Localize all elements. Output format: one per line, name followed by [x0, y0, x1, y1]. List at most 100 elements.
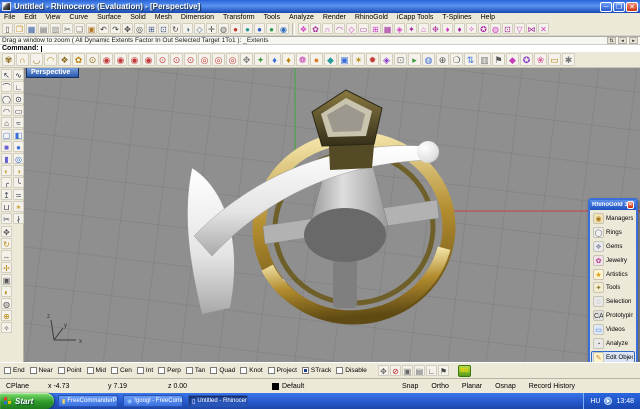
- rg-eternity-icon[interactable]: ◍: [490, 23, 501, 34]
- toggle-snap[interactable]: Snap: [402, 383, 418, 390]
- polygon-icon[interactable]: ⌂: [1, 117, 12, 128]
- arc-icon[interactable]: ◠: [1, 105, 12, 116]
- panel-item-tools[interactable]: ✦ Tools: [591, 281, 635, 294]
- target-icon[interactable]: ⊕: [436, 53, 449, 66]
- rg-rosette-icon[interactable]: ✪: [478, 23, 489, 34]
- menu-t-splines[interactable]: T-Splines: [442, 14, 471, 22]
- join-icon[interactable]: ⊔: [1, 201, 12, 212]
- panel-item-analyze[interactable]: ◔ Analyze: [591, 337, 635, 350]
- osnap-point[interactable]: Point: [58, 367, 82, 374]
- palette-close-icon[interactable]: ✕: [627, 201, 634, 209]
- plate-blue-icon[interactable]: ▣: [338, 53, 351, 66]
- tool-blue-gem-icon[interactable]: ♦: [268, 53, 281, 66]
- restore-button[interactable]: ❐: [613, 2, 625, 12]
- command-prompt[interactable]: Command:: [0, 44, 640, 52]
- rectangle-icon[interactable]: ▭: [13, 105, 24, 116]
- panel-item-videos[interactable]: ▭ Videos: [591, 323, 635, 336]
- checkbox-box[interactable]: [268, 367, 275, 374]
- ring-red-gem-8-icon[interactable]: ◎: [198, 53, 211, 66]
- rg-marquise-icon[interactable]: ♦: [454, 23, 465, 34]
- menu-transform[interactable]: Transform: [223, 14, 255, 22]
- object-snap-icon[interactable]: ◍: [218, 23, 229, 34]
- move-icon[interactable]: ✛: [206, 23, 217, 34]
- ring-red-gem-9-icon[interactable]: ◎: [212, 53, 225, 66]
- disc-blue-icon[interactable]: ◍: [422, 53, 435, 66]
- boolean-difference-icon[interactable]: ◑: [13, 165, 24, 176]
- print-icon[interactable]: ▤: [38, 23, 49, 34]
- sparkle-gold-icon[interactable]: ✶: [352, 53, 365, 66]
- asterisk-gray-icon[interactable]: ✱: [562, 53, 575, 66]
- checkbox-box[interactable]: [30, 367, 37, 374]
- task-freecommander[interactable]: ▮ FreeCommanderPort...: [58, 395, 118, 407]
- command-scroll-icon[interactable]: ⇅: [607, 37, 616, 44]
- checkbox-box[interactable]: [58, 367, 65, 374]
- menu-mesh[interactable]: Mesh: [155, 14, 172, 22]
- tube-icon[interactable]: ◎: [13, 153, 24, 164]
- jewel-curve-up-icon[interactable]: ◠: [44, 53, 57, 66]
- rg-cluster-icon[interactable]: ◈: [394, 23, 405, 34]
- menu-tools[interactable]: Tools: [264, 14, 280, 22]
- menu-file[interactable]: File: [4, 14, 15, 22]
- tool-green-star-icon[interactable]: ✦: [254, 53, 267, 66]
- menu-rhinogold[interactable]: RhinoGold: [355, 14, 388, 22]
- tool-gold-gem-icon[interactable]: ♦: [282, 53, 295, 66]
- ring-red-gem-1-icon[interactable]: ◉: [100, 53, 113, 66]
- filter-a-icon[interactable]: ▣: [402, 365, 413, 376]
- copy-icon[interactable]: ❏: [74, 23, 85, 34]
- flower-magenta-icon[interactable]: ❁: [296, 53, 309, 66]
- rg-box-set-icon[interactable]: ⊡: [502, 23, 513, 34]
- rotate-view-icon[interactable]: ↻: [170, 23, 181, 34]
- play-green-icon[interactable]: ▸: [408, 53, 421, 66]
- panel-icon[interactable]: ▥: [478, 53, 491, 66]
- ellipse-icon[interactable]: ⊙: [13, 93, 24, 104]
- jewel-curve-down-icon[interactable]: ◡: [30, 53, 43, 66]
- menu-view[interactable]: View: [45, 14, 60, 22]
- sphere-icon[interactable]: ●: [13, 141, 24, 152]
- osnap-knot[interactable]: Knot: [240, 367, 262, 374]
- rg-v-prong-icon[interactable]: ▽: [514, 23, 525, 34]
- rhinogold-logo-icon[interactable]: RG: [458, 365, 471, 377]
- gem-magenta-icon[interactable]: ◆: [506, 53, 519, 66]
- circle-icon[interactable]: ◯: [1, 93, 12, 104]
- rosette-purple-icon[interactable]: ✪: [520, 53, 533, 66]
- panel-item-rings[interactable]: ◯ Rings: [591, 226, 635, 239]
- language-indicator[interactable]: HU: [590, 398, 600, 405]
- rg-ring-wizard-icon[interactable]: ❖: [298, 23, 309, 34]
- menu-solid[interactable]: Solid: [130, 14, 146, 22]
- trim-icon[interactable]: ✂: [1, 213, 12, 224]
- offset-icon[interactable]: ≍: [13, 189, 24, 200]
- menu-analyze[interactable]: Analyze: [289, 14, 314, 22]
- rg-gem-studio-icon[interactable]: ✿: [310, 23, 321, 34]
- osnap-perp[interactable]: Perp: [158, 367, 181, 374]
- toggle-ortho[interactable]: Ortho: [431, 383, 449, 390]
- array-icon[interactable]: ▣: [1, 274, 12, 285]
- box-icon[interactable]: ■: [1, 141, 12, 152]
- ring-red-gem-10-icon[interactable]: ◎: [226, 53, 239, 66]
- rg-halo-icon[interactable]: ▦: [382, 23, 393, 34]
- undo-icon[interactable]: ↶: [98, 23, 109, 34]
- rg-twinkle-icon[interactable]: ✧: [466, 23, 477, 34]
- command-back-icon[interactable]: ◂: [618, 37, 627, 44]
- jewel-stone-icon[interactable]: ⊙: [86, 53, 99, 66]
- curve-icon[interactable]: ⌒: [1, 81, 12, 92]
- jewel-shank-icon[interactable]: ∩: [16, 53, 29, 66]
- checkbox-box[interactable]: [336, 367, 343, 374]
- toggle-planar[interactable]: Planar: [462, 383, 482, 390]
- command-forward-icon[interactable]: ▸: [629, 37, 638, 44]
- shaded-viewport-icon[interactable]: ◑: [182, 23, 193, 34]
- control-points-icon[interactable]: ∿: [13, 69, 24, 80]
- toggle-osnap[interactable]: Osnap: [495, 383, 516, 390]
- render-teal-sphere-icon[interactable]: ●: [242, 23, 253, 34]
- close-button[interactable]: ✕: [626, 2, 638, 12]
- osnap-tan[interactable]: Tan: [186, 367, 205, 374]
- checkbox-box[interactable]: [111, 367, 118, 374]
- checkbox-box[interactable]: [186, 367, 193, 374]
- toggle-record-history[interactable]: Record History: [529, 383, 575, 390]
- checkbox-box[interactable]: [240, 367, 247, 374]
- ring-red-gem-2-icon[interactable]: ◉: [114, 53, 127, 66]
- osnap-project[interactable]: Project: [268, 367, 297, 374]
- osnap-end[interactable]: End: [4, 367, 25, 374]
- panel-item-artistics[interactable]: ★ Artistics: [591, 268, 635, 281]
- current-layer-indicator[interactable]: Default: [272, 383, 390, 390]
- osnap-near[interactable]: Near: [30, 367, 53, 374]
